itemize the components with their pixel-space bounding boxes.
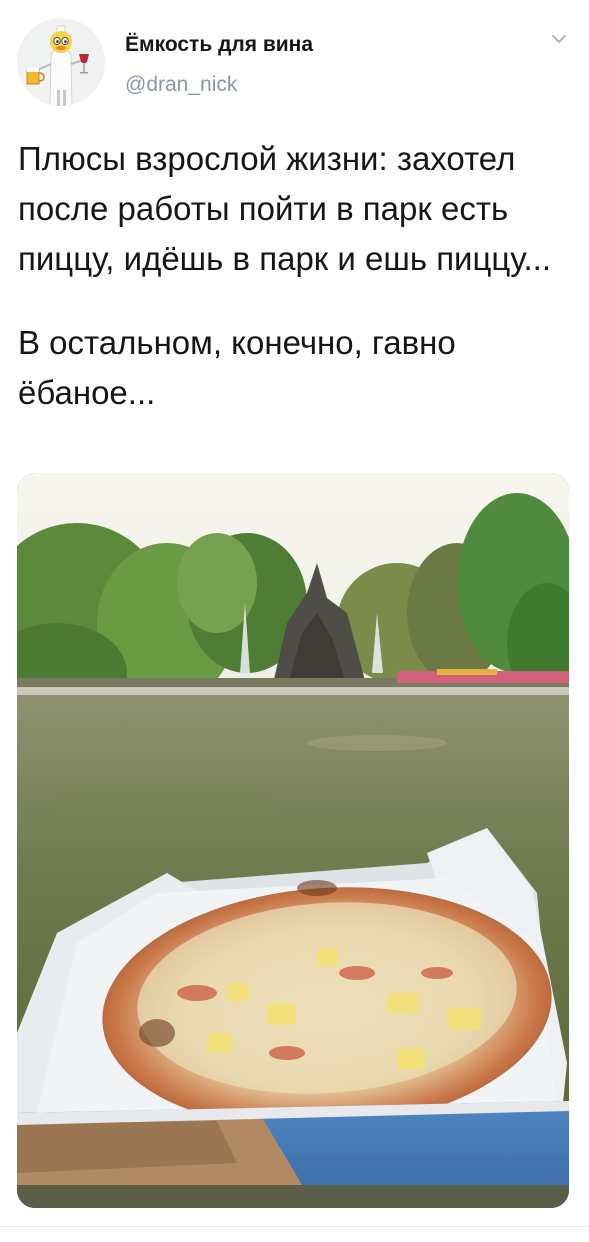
chevron-down-icon[interactable] — [548, 32, 570, 48]
park-pizza-photo — [17, 473, 569, 1208]
avatar-duck-bottle-icon — [17, 18, 105, 106]
avatar[interactable] — [17, 18, 105, 106]
tweet-card: Ёмкость для вина @dran_nick Плюсы взросл… — [0, 0, 589, 1242]
tweet-media-photo[interactable] — [17, 473, 569, 1208]
divider — [0, 1226, 589, 1227]
tweet-text-paragraph: В остальном, конечно, гавно ёбаное... — [18, 324, 456, 411]
tweet-text: Плюсы взрослой жизни: захотел после рабо… — [18, 134, 573, 418]
author-display-name[interactable]: Ёмкость для вина — [125, 33, 313, 57]
author-handle[interactable]: @dran_nick — [125, 73, 237, 97]
tweet-text-paragraph: Плюсы взрослой жизни: захотел после рабо… — [18, 140, 551, 277]
